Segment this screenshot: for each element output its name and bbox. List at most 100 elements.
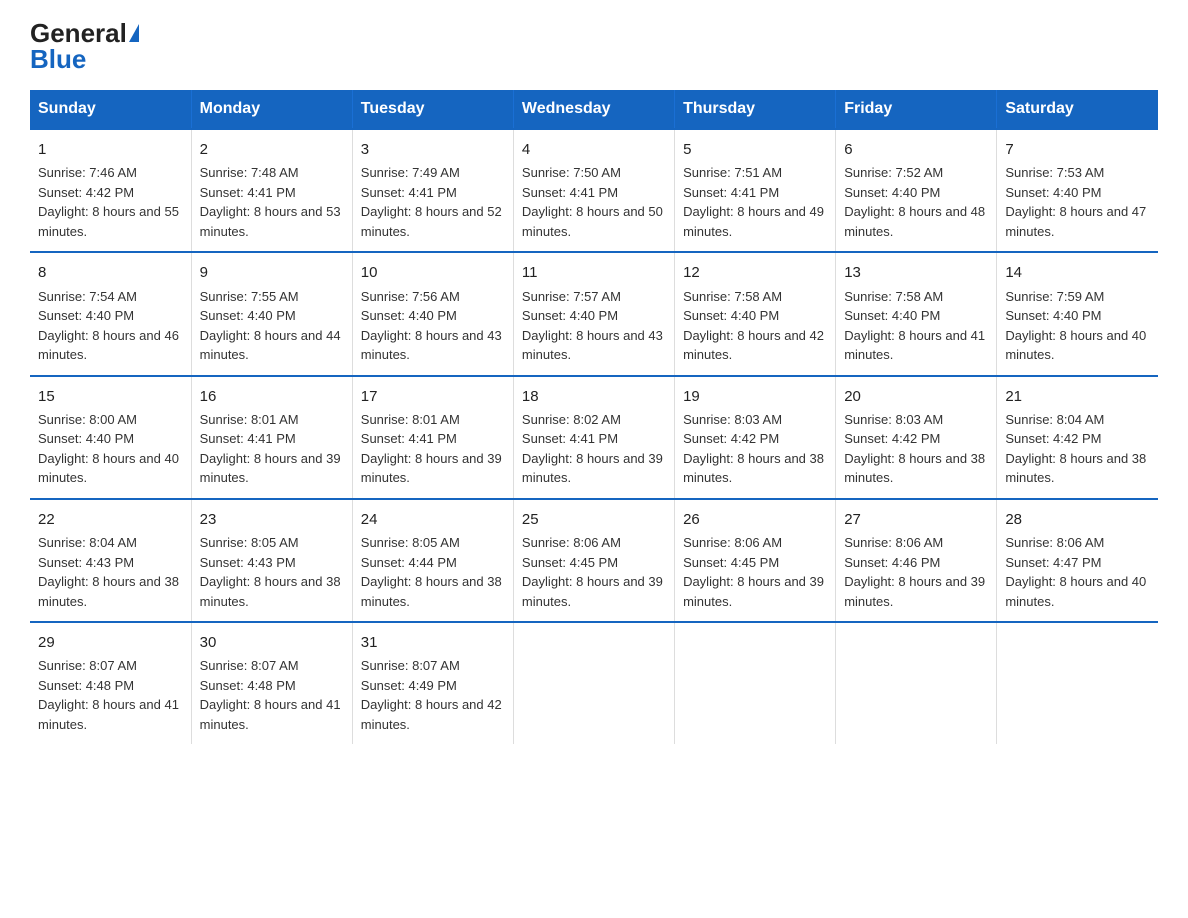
weekday-header-row: SundayMondayTuesdayWednesdayThursdayFrid… (30, 90, 1158, 129)
day-info: Sunrise: 7:58 AMSunset: 4:40 PMDaylight:… (683, 287, 827, 365)
day-number: 2 (200, 138, 344, 161)
calendar-cell: 11 Sunrise: 7:57 AMSunset: 4:40 PMDayligh… (513, 252, 674, 375)
day-info: Sunrise: 7:55 AMSunset: 4:40 PMDaylight:… (200, 287, 344, 365)
day-number: 19 (683, 385, 827, 408)
week-row-4: 22Sunrise: 8:04 AMSunset: 4:43 PMDayligh… (30, 499, 1158, 622)
day-info: Sunrise: 7:57 AMSunset: 4:40 PMDaylight:… (522, 287, 666, 365)
day-number: 17 (361, 385, 505, 408)
day-info: Sunrise: 8:06 AMSunset: 4:45 PMDaylight:… (683, 533, 827, 611)
calendar-cell: 15Sunrise: 8:00 AMSunset: 4:40 PMDayligh… (30, 376, 191, 499)
day-info: Sunrise: 8:07 AMSunset: 4:49 PMDaylight:… (361, 656, 505, 734)
day-number: 11 (522, 261, 666, 284)
calendar-cell: 4Sunrise: 7:50 AMSunset: 4:41 PMDaylight… (513, 129, 674, 252)
day-number: 24 (361, 508, 505, 531)
calendar-cell: 13 Sunrise: 7:58 AMSunset: 4:40 PMDayligh… (836, 252, 997, 375)
calendar-cell: 28Sunrise: 8:06 AMSunset: 4:47 PMDayligh… (997, 499, 1158, 622)
week-row-3: 15Sunrise: 8:00 AMSunset: 4:40 PMDayligh… (30, 376, 1158, 499)
day-info: Sunrise: 8:01 AMSunset: 4:41 PMDaylight:… (200, 410, 344, 488)
calendar-cell: 29Sunrise: 8:07 AMSunset: 4:48 PMDayligh… (30, 622, 191, 744)
day-number: 28 (1005, 508, 1150, 531)
day-number: 14 (1005, 261, 1150, 284)
calendar-cell (675, 622, 836, 744)
day-info: Sunrise: 7:53 AMSunset: 4:40 PMDaylight:… (1005, 163, 1150, 241)
day-info: Sunrise: 8:03 AMSunset: 4:42 PMDaylight:… (844, 410, 988, 488)
calendar-cell: 24Sunrise: 8:05 AMSunset: 4:44 PMDayligh… (352, 499, 513, 622)
day-number: 20 (844, 385, 988, 408)
calendar-cell: 17Sunrise: 8:01 AMSunset: 4:41 PMDayligh… (352, 376, 513, 499)
calendar-cell: 7Sunrise: 7:53 AMSunset: 4:40 PMDaylight… (997, 129, 1158, 252)
calendar-cell: 30Sunrise: 8:07 AMSunset: 4:48 PMDayligh… (191, 622, 352, 744)
day-info: Sunrise: 7:46 AMSunset: 4:42 PMDaylight:… (38, 163, 183, 241)
day-info: Sunrise: 8:04 AMSunset: 4:42 PMDaylight:… (1005, 410, 1150, 488)
calendar-cell: 12 Sunrise: 7:58 AMSunset: 4:40 PMDayligh… (675, 252, 836, 375)
calendar-cell: 5Sunrise: 7:51 AMSunset: 4:41 PMDaylight… (675, 129, 836, 252)
calendar-cell: 14 Sunrise: 7:59 AMSunset: 4:40 PMDayligh… (997, 252, 1158, 375)
calendar-cell: 20Sunrise: 8:03 AMSunset: 4:42 PMDayligh… (836, 376, 997, 499)
day-info: Sunrise: 8:05 AMSunset: 4:44 PMDaylight:… (361, 533, 505, 611)
day-info: Sunrise: 8:03 AMSunset: 4:42 PMDaylight:… (683, 410, 827, 488)
logo-blue-text: Blue (30, 46, 86, 72)
day-info: Sunrise: 8:07 AMSunset: 4:48 PMDaylight:… (38, 656, 183, 734)
day-number: 22 (38, 508, 183, 531)
day-info: Sunrise: 8:06 AMSunset: 4:47 PMDaylight:… (1005, 533, 1150, 611)
week-row-2: 8 Sunrise: 7:54 AMSunset: 4:40 PMDaylight… (30, 252, 1158, 375)
calendar-cell: 10Sunrise: 7:56 AMSunset: 4:40 PMDayligh… (352, 252, 513, 375)
day-number: 26 (683, 508, 827, 531)
calendar-cell: 18Sunrise: 8:02 AMSunset: 4:41 PMDayligh… (513, 376, 674, 499)
calendar-table: SundayMondayTuesdayWednesdayThursdayFrid… (30, 90, 1158, 744)
calendar-cell: 6Sunrise: 7:52 AMSunset: 4:40 PMDaylight… (836, 129, 997, 252)
day-number: 6 (844, 138, 988, 161)
day-info: Sunrise: 7:49 AMSunset: 4:41 PMDaylight:… (361, 163, 505, 241)
day-number: 15 (38, 385, 183, 408)
day-number: 7 (1005, 138, 1150, 161)
weekday-header-thursday: Thursday (675, 90, 836, 129)
day-info: Sunrise: 7:54 AMSunset: 4:40 PMDaylight:… (38, 287, 183, 365)
day-number: 23 (200, 508, 344, 531)
day-info: Sunrise: 8:04 AMSunset: 4:43 PMDaylight:… (38, 533, 183, 611)
calendar-cell: 22Sunrise: 8:04 AMSunset: 4:43 PMDayligh… (30, 499, 191, 622)
calendar-cell: 25Sunrise: 8:06 AMSunset: 4:45 PMDayligh… (513, 499, 674, 622)
day-number: 13 (844, 261, 988, 284)
calendar-cell: 3Sunrise: 7:49 AMSunset: 4:41 PMDaylight… (352, 129, 513, 252)
day-info: Sunrise: 8:06 AMSunset: 4:46 PMDaylight:… (844, 533, 988, 611)
day-number: 3 (361, 138, 505, 161)
day-number: 10 (361, 261, 505, 284)
day-info: Sunrise: 8:05 AMSunset: 4:43 PMDaylight:… (200, 533, 344, 611)
calendar-cell: 21Sunrise: 8:04 AMSunset: 4:42 PMDayligh… (997, 376, 1158, 499)
calendar-cell: 2Sunrise: 7:48 AMSunset: 4:41 PMDaylight… (191, 129, 352, 252)
calendar-cell: 26Sunrise: 8:06 AMSunset: 4:45 PMDayligh… (675, 499, 836, 622)
day-number: 21 (1005, 385, 1150, 408)
weekday-header-monday: Monday (191, 90, 352, 129)
calendar-cell: 27Sunrise: 8:06 AMSunset: 4:46 PMDayligh… (836, 499, 997, 622)
weekday-header-sunday: Sunday (30, 90, 191, 129)
calendar-cell: 23Sunrise: 8:05 AMSunset: 4:43 PMDayligh… (191, 499, 352, 622)
day-number: 29 (38, 631, 183, 654)
calendar-cell: 31Sunrise: 8:07 AMSunset: 4:49 PMDayligh… (352, 622, 513, 744)
calendar-cell (997, 622, 1158, 744)
day-info: Sunrise: 7:59 AMSunset: 4:40 PMDaylight:… (1005, 287, 1150, 365)
day-number: 5 (683, 138, 827, 161)
day-info: Sunrise: 8:07 AMSunset: 4:48 PMDaylight:… (200, 656, 344, 734)
calendar-cell: 16Sunrise: 8:01 AMSunset: 4:41 PMDayligh… (191, 376, 352, 499)
day-number: 12 (683, 261, 827, 284)
day-number: 18 (522, 385, 666, 408)
logo: General Blue (30, 20, 139, 72)
day-info: Sunrise: 8:01 AMSunset: 4:41 PMDaylight:… (361, 410, 505, 488)
day-number: 16 (200, 385, 344, 408)
week-row-5: 29Sunrise: 8:07 AMSunset: 4:48 PMDayligh… (30, 622, 1158, 744)
weekday-header-tuesday: Tuesday (352, 90, 513, 129)
day-info: Sunrise: 8:02 AMSunset: 4:41 PMDaylight:… (522, 410, 666, 488)
day-info: Sunrise: 7:58 AMSunset: 4:40 PMDaylight:… (844, 287, 988, 365)
day-number: 8 (38, 261, 183, 284)
logo-triangle-icon (129, 24, 139, 42)
day-number: 27 (844, 508, 988, 531)
day-number: 25 (522, 508, 666, 531)
page-header: General Blue (30, 20, 1158, 72)
day-info: Sunrise: 7:48 AMSunset: 4:41 PMDaylight:… (200, 163, 344, 241)
day-number: 31 (361, 631, 505, 654)
calendar-cell (513, 622, 674, 744)
logo-general-text: General (30, 20, 127, 46)
day-number: 4 (522, 138, 666, 161)
weekday-header-wednesday: Wednesday (513, 90, 674, 129)
day-info: Sunrise: 8:06 AMSunset: 4:45 PMDaylight:… (522, 533, 666, 611)
